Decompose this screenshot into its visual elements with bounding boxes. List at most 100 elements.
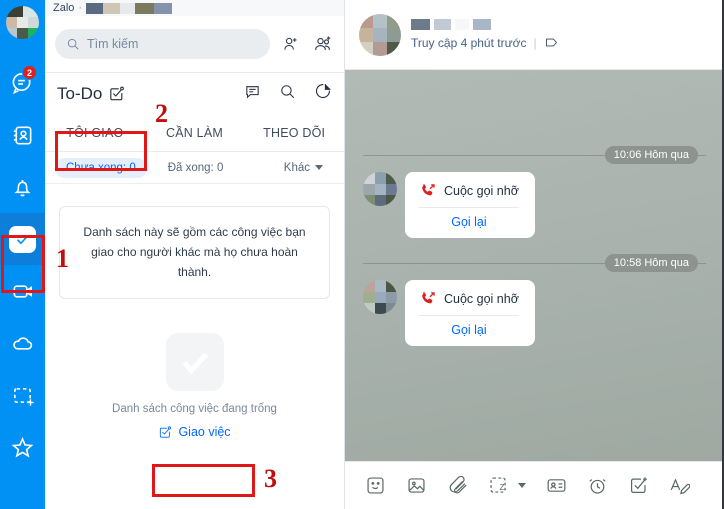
divider-line	[698, 154, 706, 156]
attachment-button[interactable]	[447, 475, 468, 496]
chat-toolbar: Z	[345, 461, 724, 509]
filter-chip-unfinished[interactable]: Chưa xong: 0	[55, 157, 147, 178]
chat-header-meta: Truy cập 4 phút trước |	[411, 19, 559, 50]
add-group-button[interactable]	[312, 34, 334, 54]
text-format-icon	[670, 478, 690, 495]
avatar[interactable]	[6, 6, 39, 39]
chart-icon	[315, 84, 331, 99]
chat-header: Truy cập 4 phút trước |	[345, 0, 724, 70]
cloud-icon	[13, 336, 33, 350]
left-rail: 2	[0, 0, 45, 509]
call-back-link[interactable]: Gọi lại	[419, 316, 519, 337]
message-avatar[interactable]	[363, 280, 397, 314]
annotation-number-1: 1	[56, 244, 69, 273]
missed-call-label: Cuộc gọi nhỡ	[444, 183, 519, 198]
todo-title-group: To-Do	[57, 84, 125, 104]
message-row: Cuộc gọi nhỡ Gọi lại	[363, 172, 706, 238]
window-titlebar: Zalo ·	[45, 0, 344, 16]
annotation-number-3: 3	[264, 464, 277, 493]
missed-call-icon	[422, 184, 435, 196]
rail-item-favorites[interactable]	[0, 421, 45, 473]
business-card-button[interactable]	[546, 475, 567, 496]
chat-panel: Truy cập 4 phút trước | 10:06 Hôm qua Cu…	[345, 0, 724, 509]
rail-item-capture[interactable]	[0, 369, 45, 421]
statistics-button[interactable]	[314, 82, 332, 105]
rail-item-cloud[interactable]	[0, 317, 45, 369]
chevron-down-icon	[315, 165, 323, 170]
add-group-icon	[315, 36, 331, 50]
create-task-button[interactable]	[628, 475, 649, 496]
missed-call-icon	[422, 292, 435, 304]
rail-item-messages[interactable]: 2	[0, 57, 45, 109]
contacts-icon	[13, 126, 32, 144]
chevron-down-icon[interactable]	[518, 483, 526, 488]
rail-item-contacts[interactable]	[0, 109, 45, 161]
titlebar-redacted-name	[86, 2, 173, 14]
chat-avatar[interactable]	[359, 13, 401, 56]
empty-state-text: Danh sách công việc đang trống	[112, 403, 277, 416]
reminder-clock-icon	[589, 479, 606, 494]
todo-search-button[interactable]	[279, 83, 296, 105]
missed-call-bubble[interactable]: Cuộc gọi nhỡ Gọi lại	[405, 172, 535, 238]
todo-checkmark-icon	[110, 86, 125, 101]
bubble-header: Cuộc gọi nhỡ	[419, 290, 519, 307]
note-button[interactable]	[244, 83, 261, 105]
plus-icon	[27, 399, 34, 406]
message-avatar[interactable]	[363, 172, 397, 206]
message-time-divider: 10:58 Hôm qua	[363, 254, 706, 272]
video-camera-icon	[13, 284, 32, 298]
todo-tabs: TÔI GIAO CẦN LÀM THEO DÕI	[45, 114, 344, 152]
text-format-button[interactable]	[669, 475, 690, 496]
divider: |	[533, 35, 537, 50]
rail-item-todo[interactable]	[0, 213, 45, 265]
sticker-button[interactable]	[365, 475, 386, 496]
missed-call-bubble[interactable]: Cuộc gọi nhỡ Gọi lại	[405, 280, 535, 346]
reminder-button[interactable]	[587, 475, 608, 496]
tab-theo-doi[interactable]: THEO DÕI	[244, 114, 344, 151]
create-task-icon	[160, 426, 172, 438]
todo-info-tooltip: Danh sách này sẽ gồm các công việc bạn g…	[59, 206, 330, 300]
business-card-icon	[547, 479, 566, 492]
rail-item-notifications[interactable]	[0, 161, 45, 213]
chat-status-row: Truy cập 4 phút trước |	[411, 35, 559, 50]
tab-toi-giao[interactable]: TÔI GIAO	[45, 114, 145, 151]
message-row: Cuộc gọi nhỡ Gọi lại	[363, 280, 706, 346]
assign-task-label: Giao việc	[178, 425, 231, 440]
search-placeholder: Tìm kiếm	[87, 37, 139, 51]
image-button[interactable]	[406, 475, 427, 496]
zalo-sticker-button[interactable]: Z	[488, 475, 526, 496]
search-icon	[67, 38, 79, 50]
filter-more-dropdown[interactable]: Khác	[273, 158, 334, 178]
assign-task-link[interactable]: Giao việc	[158, 425, 231, 440]
todo-empty-state: Danh sách công việc đang trống Giao việc	[45, 333, 344, 439]
todo-header-actions	[244, 82, 332, 105]
todo-checkbox-icon	[9, 225, 36, 253]
zalo-window: 2 Zalo · Tìm kiếm To-Do TÔI GIAO CẦN LÀM…	[0, 0, 724, 509]
rail-item-video[interactable]	[0, 265, 45, 317]
todo-filters: Chưa xong: 0 Đã xong: 0 Khác	[45, 152, 344, 184]
note-icon	[246, 85, 259, 98]
svg-text:Z: Z	[500, 482, 505, 492]
chat-messages[interactable]: 10:06 Hôm qua Cuộc gọi nhỡ Gọi lại 10:58…	[345, 70, 724, 461]
tab-label: TÔI GIAO	[66, 125, 124, 140]
tag-icon[interactable]	[544, 35, 559, 50]
divider-line	[363, 262, 605, 264]
search-row: Tìm kiếm	[45, 16, 344, 72]
star-icon	[11, 436, 34, 457]
search-input[interactable]: Tìm kiếm	[55, 29, 270, 59]
create-task-icon	[630, 477, 647, 494]
chat-contact-name-redacted	[411, 19, 559, 30]
tab-label: THEO DÕI	[263, 125, 326, 140]
tab-label: CẦN LÀM	[166, 125, 223, 140]
page-title: To-Do	[57, 83, 103, 103]
filter-chip-finished[interactable]: Đã xong: 0	[157, 158, 235, 178]
divider-line	[363, 154, 605, 156]
bubble-header: Cuộc gọi nhỡ	[419, 182, 519, 199]
message-timestamp: 10:58 Hôm qua	[604, 254, 698, 272]
add-friend-button[interactable]	[280, 35, 302, 53]
call-back-link[interactable]: Gọi lại	[419, 208, 519, 229]
missed-call-label: Cuộc gọi nhỡ	[444, 291, 519, 306]
attachment-clip-icon	[449, 475, 467, 494]
divider-line	[698, 262, 706, 264]
search-icon	[281, 84, 295, 98]
